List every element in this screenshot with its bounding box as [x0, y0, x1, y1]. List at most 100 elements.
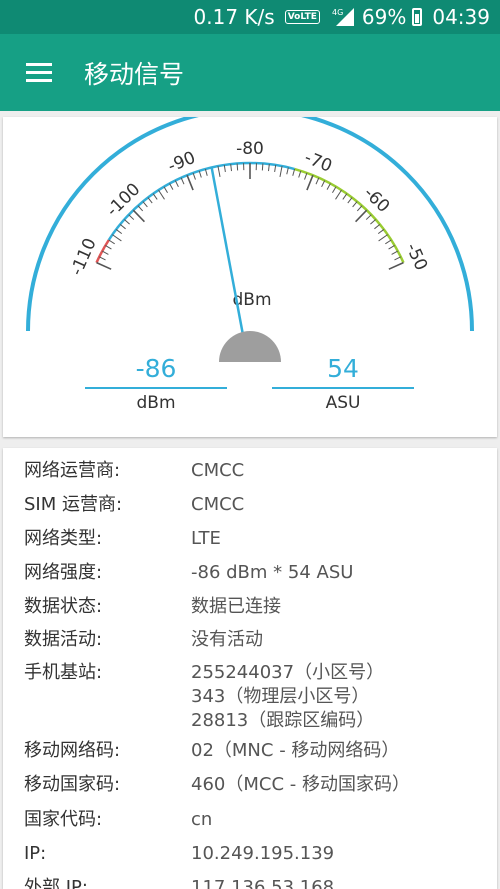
info-value: 28813（跟踪区编码）: [191, 710, 375, 731]
scale-tick: [124, 219, 130, 225]
info-value: 460（MCC - 移动国家码）: [191, 774, 410, 795]
info-key: 国家代码:: [24, 809, 103, 830]
dbm-readout: -86 dBm: [85, 353, 227, 413]
hamburger-menu-icon[interactable]: [26, 62, 52, 83]
scale-tick: [115, 229, 123, 235]
scale-tick: [306, 174, 314, 191]
info-value: -86 dBm * 54 ASU: [191, 562, 354, 583]
info-key: SIM 运营商:: [24, 494, 123, 515]
scale-tick: [204, 168, 208, 176]
status-bar: 0.17 K/s VoLTE 4G 69% 04:39: [0, 0, 500, 34]
scale-tick: [217, 165, 221, 177]
info-key: 数据活动:: [24, 629, 103, 650]
scale-tick: [352, 201, 358, 208]
info-key: 网络运营商:: [24, 460, 121, 481]
info-key: 网络类型:: [24, 528, 103, 549]
signal-icon: 4G: [332, 8, 354, 26]
info-key: 网络强度:: [24, 562, 103, 583]
info-value: 没有活动: [191, 629, 263, 650]
scale-tick: [99, 256, 106, 261]
info-key: 移动国家码:: [24, 774, 121, 795]
info-value: LTE: [191, 528, 221, 549]
scale-tick: [236, 163, 239, 171]
scale-tick: [142, 201, 148, 208]
scale-tick: [385, 239, 392, 245]
scale-tick: [137, 205, 144, 212]
asu-underline: [272, 387, 414, 389]
scale-tick: [105, 245, 112, 250]
scale-tick: [304, 172, 308, 180]
info-value: 255244037（小区号）: [191, 662, 385, 683]
network-type-label: 4G: [332, 8, 343, 17]
network-info-card: 网络运营商: CMCC SIM 运营商: CMCC 网络类型: LTE 网络强度: -86 d…: [3, 448, 497, 889]
scale-tick: [370, 219, 376, 225]
scale-tick: [174, 180, 179, 188]
scale-tick: [96, 261, 112, 270]
scale-tick-label: -80: [236, 139, 264, 159]
scale-tick: [365, 214, 372, 220]
scale-arc-high: [294, 167, 405, 264]
scale-tick: [198, 170, 202, 178]
app-bar: 移动信号: [0, 34, 500, 111]
scale-tick: [169, 183, 174, 190]
info-value: CMCC: [191, 460, 245, 481]
scale-tick: [335, 189, 342, 200]
scale-tick: [391, 250, 399, 255]
signal-gauge-card: -110 -100 -90 -80 -70 -60 -50 dBm -86 dBm 54 AS…: [3, 117, 497, 437]
scale-tick: [101, 250, 109, 255]
scale-tick: [388, 261, 404, 270]
info-value: 02（MNC - 移动网络码）: [191, 740, 400, 761]
scale-tick: [388, 245, 395, 250]
gauge-needle: [210, 167, 245, 336]
scale-tick-label: -110: [67, 235, 101, 278]
scale-tick: [321, 180, 326, 188]
scale-tick: [279, 165, 283, 177]
scale-tick-label: -50: [401, 240, 431, 274]
scale-tick: [192, 172, 196, 180]
info-value: CMCC: [191, 494, 245, 515]
info-value: 10.249.195.139: [191, 843, 335, 864]
dbm-value: -86: [135, 354, 177, 383]
scale-tick: [119, 223, 126, 230]
scale-tick: [394, 256, 401, 261]
scale-tick: [230, 164, 232, 172]
scale-tick: [298, 170, 302, 178]
scale-tick: [147, 197, 153, 204]
asu-readout: 54 ASU: [272, 353, 414, 413]
info-key: 移动网络码:: [24, 740, 121, 761]
info-key: IP:: [24, 843, 47, 864]
scale-tick: [152, 193, 158, 200]
info-value: 117.136.53.168: [191, 877, 335, 889]
scale-tick: [342, 193, 348, 200]
info-key: 外部 IP:: [24, 877, 88, 889]
scale-tick: [158, 189, 165, 200]
scale-tick: [332, 186, 337, 193]
dbm-underline: [85, 387, 227, 389]
page-title: 移动信号: [84, 59, 185, 89]
scale-tick: [356, 205, 363, 212]
scale-tick: [347, 197, 353, 204]
info-value: cn: [191, 809, 213, 830]
info-value: 数据已连接: [191, 596, 281, 617]
scale-tick: [223, 164, 226, 172]
info-key: 手机基站:: [24, 662, 103, 683]
scale-tick: [378, 234, 388, 242]
scale-tick: [132, 209, 145, 223]
clock: 04:39: [432, 5, 490, 29]
scale-tick: [377, 229, 385, 235]
dbm-unit: dBm: [136, 393, 176, 413]
scale-tick: [315, 177, 320, 185]
scale-tick: [163, 186, 168, 193]
scale-tick: [374, 223, 381, 230]
signal-gauge: -110-100-90 -80 -70-60-50dBm: [26, 117, 474, 362]
scale-tick: [108, 239, 115, 245]
scale-tick: [261, 163, 264, 171]
scale-tick: [355, 209, 368, 223]
scale-arc-mid: [107, 161, 295, 241]
volte-icon: VoLTE: [284, 10, 320, 24]
asu-value: 54: [327, 354, 359, 383]
scale-tick: [128, 214, 135, 220]
network-speed: 0.17 K/s: [193, 5, 275, 29]
scale-tick: [186, 174, 194, 191]
scale-tick: [180, 177, 185, 185]
